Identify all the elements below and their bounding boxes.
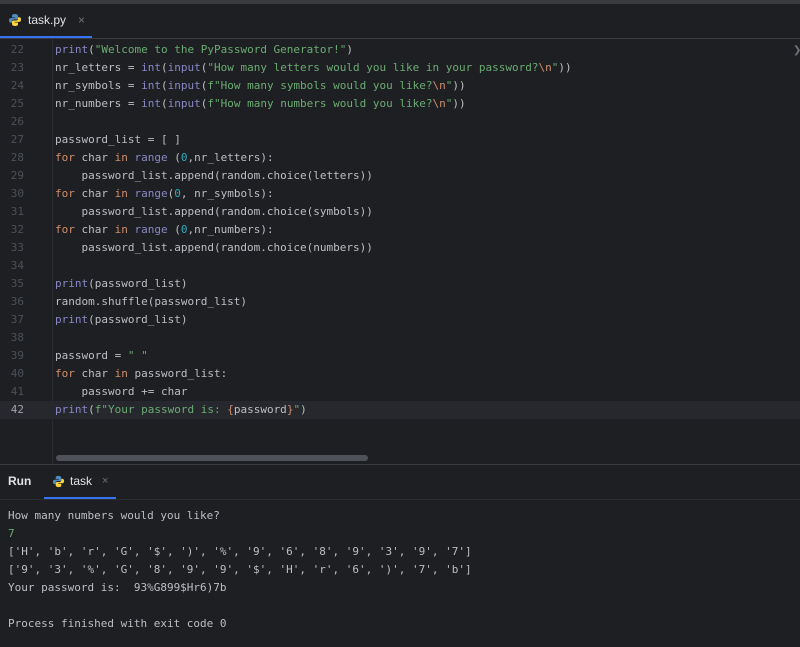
line-number: 35 (10, 277, 24, 290)
code-text: print("Welcome to the PyPassword Generat… (55, 43, 354, 56)
python-icon (8, 13, 22, 27)
code-line[interactable]: 22 print("Welcome to the PyPassword Gener… (0, 41, 800, 59)
line-number: 30 (10, 187, 24, 200)
code-line[interactable]: 34 (0, 257, 800, 275)
code-line[interactable]: 41 password += char (0, 383, 800, 401)
code-text: password = " " (55, 349, 148, 362)
line-number: 27 (10, 133, 24, 146)
code-line[interactable]: 23 nr_letters = int(input("How many lette… (0, 59, 800, 77)
code-text: nr_letters = int(input("How many letters… (55, 61, 572, 74)
code-text: for char in password_list: (55, 367, 228, 380)
python-icon (52, 475, 65, 488)
line-number: 37 (10, 313, 24, 326)
code-text: for char in range(0, nr_symbols): (55, 187, 274, 200)
editor-tab-bar: task.py × (0, 4, 800, 39)
chevron-right-icon: ❯ (793, 45, 800, 56)
tab-task-py[interactable]: task.py × (0, 4, 92, 38)
code-line[interactable]: 40 for char in password_list: (0, 365, 800, 383)
line-number: 36 (10, 295, 24, 308)
code-text: password_list.append(random.choice(lette… (55, 169, 373, 182)
console-output-line: ['H', 'b', 'r', 'G', '$', ')', '%', '9',… (8, 545, 472, 558)
code-text: nr_numbers = int(input(f"How many number… (55, 97, 466, 110)
code-text: password_list = [ ] (55, 133, 181, 146)
code-line[interactable]: 36 random.shuffle(password_list) (0, 293, 800, 311)
code-text: print(f"Your password is: {password}") (55, 403, 307, 416)
line-number: 42 (10, 403, 24, 416)
code-line[interactable]: 32 for char in range (0,nr_numbers): (0, 221, 800, 239)
line-number: 24 (10, 79, 24, 92)
line-number: 29 (10, 169, 24, 182)
line-number: 40 (10, 367, 24, 380)
tab-filename: task.py (28, 13, 67, 27)
code-text: password_list.append(random.choice(symbo… (55, 205, 373, 218)
run-label: Run (8, 474, 32, 488)
line-number: 38 (10, 331, 24, 344)
code-line[interactable]: 27 password_list = [ ] (0, 131, 800, 149)
code-text: password_list.append(random.choice(numbe… (55, 241, 373, 254)
console-output-line: How many numbers would you like? (8, 509, 220, 522)
code-text: for char in range (0,nr_numbers): (55, 223, 274, 236)
code-text: random.shuffle(password_list) (55, 295, 248, 308)
line-number: 28 (10, 151, 24, 164)
run-tab-name: task (70, 474, 93, 488)
code-editor[interactable]: 22 print("Welcome to the PyPassword Gener… (0, 39, 800, 464)
line-number: 31 (10, 205, 24, 218)
code-line[interactable]: 30 for char in range(0, nr_symbols): (0, 185, 800, 203)
code-line[interactable]: 39 password = " " (0, 347, 800, 365)
console-output-line: Process finished with exit code 0 (8, 617, 227, 630)
horizontal-scrollbar[interactable] (56, 455, 368, 461)
line-number: 25 (10, 97, 24, 110)
code-line[interactable]: 42 print(f"Your password is: {password}") (0, 401, 800, 419)
code-text: print(password_list) (55, 313, 188, 326)
line-number: 34 (10, 259, 24, 272)
code-line[interactable]: 33 password_list.append(random.choice(nu… (0, 239, 800, 257)
code-text: print(password_list) (55, 277, 188, 290)
code-line[interactable]: 24 nr_symbols = int(input(f"How many symb… (0, 77, 800, 95)
console-output-line: ['9', '3', '%', 'G', '8', '9', '9', '$',… (8, 563, 472, 576)
code-line[interactable]: 38 (0, 329, 800, 347)
console-output-line: Your password is: 93%G899$Hr6)7b (8, 581, 227, 594)
code-line[interactable]: 28 for char in range (0,nr_letters): (0, 149, 800, 167)
code-line[interactable]: 26 (0, 113, 800, 131)
line-number: 39 (10, 349, 24, 362)
code-text: nr_symbols = int(input(f"How many symbol… (55, 79, 466, 92)
line-number: 32 (10, 223, 24, 236)
console-output-line: 7 (8, 527, 15, 540)
line-number: 23 (10, 61, 24, 74)
code-line[interactable]: 29 password_list.append(random.choice(le… (0, 167, 800, 185)
line-number: 33 (10, 241, 24, 254)
code-line[interactable]: 25 nr_numbers = int(input(f"How many numb… (0, 95, 800, 113)
run-tab-task[interactable]: task × (44, 465, 116, 499)
code-text: for char in range (0,nr_letters): (55, 151, 274, 164)
run-panel: Run task × How many numbers would you li… (0, 464, 800, 647)
line-number: 26 (10, 115, 24, 128)
line-number: 22 (10, 43, 24, 56)
code-line[interactable]: 31 password_list.append(random.choice(sy… (0, 203, 800, 221)
code-line[interactable]: 37 print(password_list) (0, 311, 800, 329)
close-icon[interactable]: × (78, 13, 85, 27)
code-text: password += char (55, 385, 188, 398)
close-icon[interactable]: × (102, 475, 108, 487)
line-number: 41 (10, 385, 24, 398)
code-line[interactable]: 35 print(password_list) (0, 275, 800, 293)
run-panel-header: Run task × (0, 465, 800, 500)
